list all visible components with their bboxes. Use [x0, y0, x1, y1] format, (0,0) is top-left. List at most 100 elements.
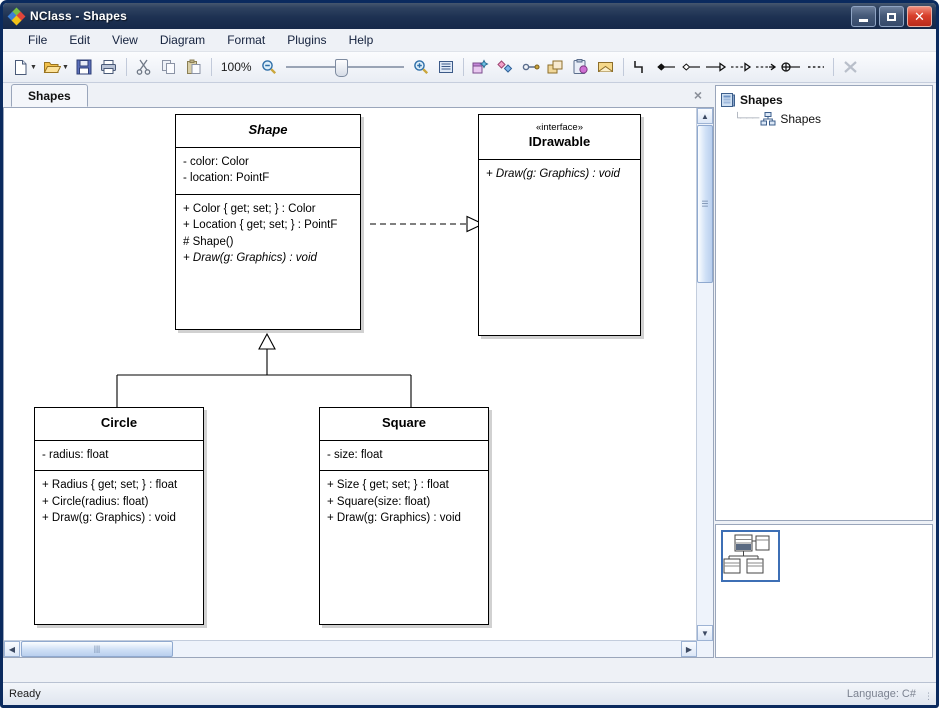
paste-button[interactable] [182, 55, 206, 79]
new-delegate-button[interactable] [569, 55, 593, 79]
close-button[interactable]: ✕ [907, 6, 932, 27]
menu-edit[interactable]: Edit [58, 31, 101, 49]
composition-button[interactable] [654, 55, 678, 79]
project-explorer[interactable]: Shapes └─── Shapes [715, 85, 933, 521]
new-enum-button[interactable] [544, 55, 568, 79]
tab-strip: Shapes × [3, 83, 714, 108]
new-structure-button[interactable] [494, 55, 518, 79]
cut-button[interactable] [132, 55, 156, 79]
status-language: Language: C# [846, 688, 916, 700]
class-operations-idrawable: + Draw(g: Graphics) : void [479, 160, 640, 190]
canvas-horizontal-scrollbar[interactable]: ◀ ||| ▶ [4, 640, 697, 657]
new-comment-button[interactable] [594, 55, 618, 79]
diagram-navigator[interactable] [715, 524, 933, 658]
class-box-idrawable[interactable]: «interface» IDrawable + Draw(g: Graphics… [478, 114, 641, 336]
canvas-vertical-scrollbar[interactable]: ▲ ☰ ▼ [696, 108, 713, 641]
toolbar-separator [462, 58, 464, 76]
resize-grip-icon[interactable]: ⋮ [924, 691, 933, 702]
toolbar-separator [125, 58, 127, 76]
class-box-circle[interactable]: Circle - radius: float + Radius { get; s… [34, 407, 204, 625]
operation-row: # Shape() [183, 235, 234, 248]
generalization-line [116, 349, 412, 407]
scroll-up-button[interactable]: ▲ [697, 108, 713, 124]
horizontal-scroll-thumb[interactable]: ||| [21, 641, 173, 657]
class-fields-shape: - color: Color - location: PointF [176, 148, 360, 195]
operation-row: + Circle(radius: float) [42, 495, 149, 508]
class-box-square[interactable]: Square - size: float + Size { get; set; … [319, 407, 489, 625]
operation-row: + Draw(g: Graphics) : void [183, 252, 317, 265]
zoom-in-button[interactable] [409, 55, 433, 79]
copy-button[interactable] [157, 55, 181, 79]
nesting-button[interactable] [779, 55, 803, 79]
class-operations-circle: + Radius { get; set; } : float + Circle(… [35, 471, 203, 534]
open-file-button[interactable] [40, 55, 64, 79]
delete-button[interactable] [839, 55, 863, 79]
association-button[interactable] [704, 55, 728, 79]
class-operations-shape: + Color { get; set; } : Color + Location… [176, 195, 360, 274]
status-bar: Ready Language: C# ⋮ [3, 682, 936, 705]
realization-button[interactable] [754, 55, 778, 79]
class-name-shape: Shape [176, 115, 360, 148]
tab-close-icon[interactable]: × [694, 87, 702, 103]
scroll-right-button[interactable]: ▶ [681, 641, 697, 657]
zoom-slider[interactable] [285, 57, 404, 77]
step-relationship-button[interactable] [629, 55, 653, 79]
vertical-scroll-thumb[interactable]: ☰ [697, 125, 713, 283]
operation-row: + Size { get; set; } : float [327, 479, 449, 492]
maximize-icon [887, 12, 896, 21]
side-pane: Shapes └─── Shapes [714, 83, 936, 658]
interface-name: IDrawable [528, 133, 591, 149]
save-button[interactable] [72, 55, 96, 79]
application-window: NClass - Shapes ✕ File Edit View Diagram… [0, 0, 939, 708]
operation-row: + Draw(g: Graphics) : void [486, 167, 620, 180]
scroll-left-button[interactable]: ◀ [4, 641, 20, 657]
new-interface-button[interactable] [519, 55, 543, 79]
toolbar: ▼ ▼ 100% [3, 52, 936, 83]
menu-plugins[interactable]: Plugins [276, 31, 337, 49]
generalization-button[interactable] [729, 55, 753, 79]
tree-item-diagram[interactable]: └─── Shapes [720, 109, 932, 128]
operation-row: + Square(size: float) [327, 495, 431, 508]
zoom-slider-handle[interactable] [334, 59, 348, 77]
scrollbar-corner [697, 641, 713, 657]
navigator-viewport[interactable] [721, 530, 780, 582]
tree-item-project[interactable]: Shapes [720, 90, 932, 109]
menu-format[interactable]: Format [216, 31, 276, 49]
menu-diagram[interactable]: Diagram [149, 31, 216, 49]
operation-row: + Color { get; set; } : Color [183, 202, 316, 215]
menu-bar: File Edit View Diagram Format Plugins He… [3, 29, 936, 52]
window-title: NClass - Shapes [30, 9, 128, 23]
tree-item-label: Shapes [780, 111, 822, 126]
class-name-square: Square [320, 408, 488, 441]
print-button[interactable] [97, 55, 121, 79]
maximize-button[interactable] [879, 6, 904, 27]
aggregation-button[interactable] [679, 55, 703, 79]
operation-row: + Radius { get; set; } : float [42, 479, 178, 492]
menu-view[interactable]: View [101, 31, 149, 49]
class-name-idrawable: «interface» IDrawable [479, 115, 640, 160]
zoom-out-button[interactable] [257, 55, 281, 79]
zoom-level-label: 100% [220, 60, 252, 74]
menu-file[interactable]: File [17, 31, 58, 49]
field-row: - color: Color [183, 155, 249, 168]
project-icon [720, 92, 736, 108]
field-row: - location: PointF [183, 172, 270, 185]
menu-help[interactable]: Help [338, 31, 385, 49]
minimize-icon [859, 18, 868, 22]
diagram-canvas-container: Shape - color: Color - location: PointF … [3, 108, 714, 658]
class-name-circle: Circle [35, 408, 203, 441]
new-file-button[interactable] [8, 55, 32, 79]
class-operations-square: + Size { get; set; } : float + Square(si… [320, 471, 488, 534]
new-class-button[interactable] [469, 55, 493, 79]
diagram-canvas[interactable]: Shape - color: Color - location: PointF … [4, 108, 697, 641]
tab-shapes[interactable]: Shapes [11, 84, 88, 107]
tab-label: Shapes [28, 88, 71, 103]
class-box-shape[interactable]: Shape - color: Color - location: PointF … [175, 114, 361, 330]
toolbar-separator [210, 58, 212, 76]
operation-row: + Draw(g: Graphics) : void [42, 512, 176, 525]
close-icon: ✕ [914, 9, 925, 24]
zoom-fit-button[interactable] [434, 55, 458, 79]
scroll-down-button[interactable]: ▼ [697, 625, 713, 641]
minimize-button[interactable] [851, 6, 876, 27]
dependency-button[interactable] [804, 55, 828, 79]
